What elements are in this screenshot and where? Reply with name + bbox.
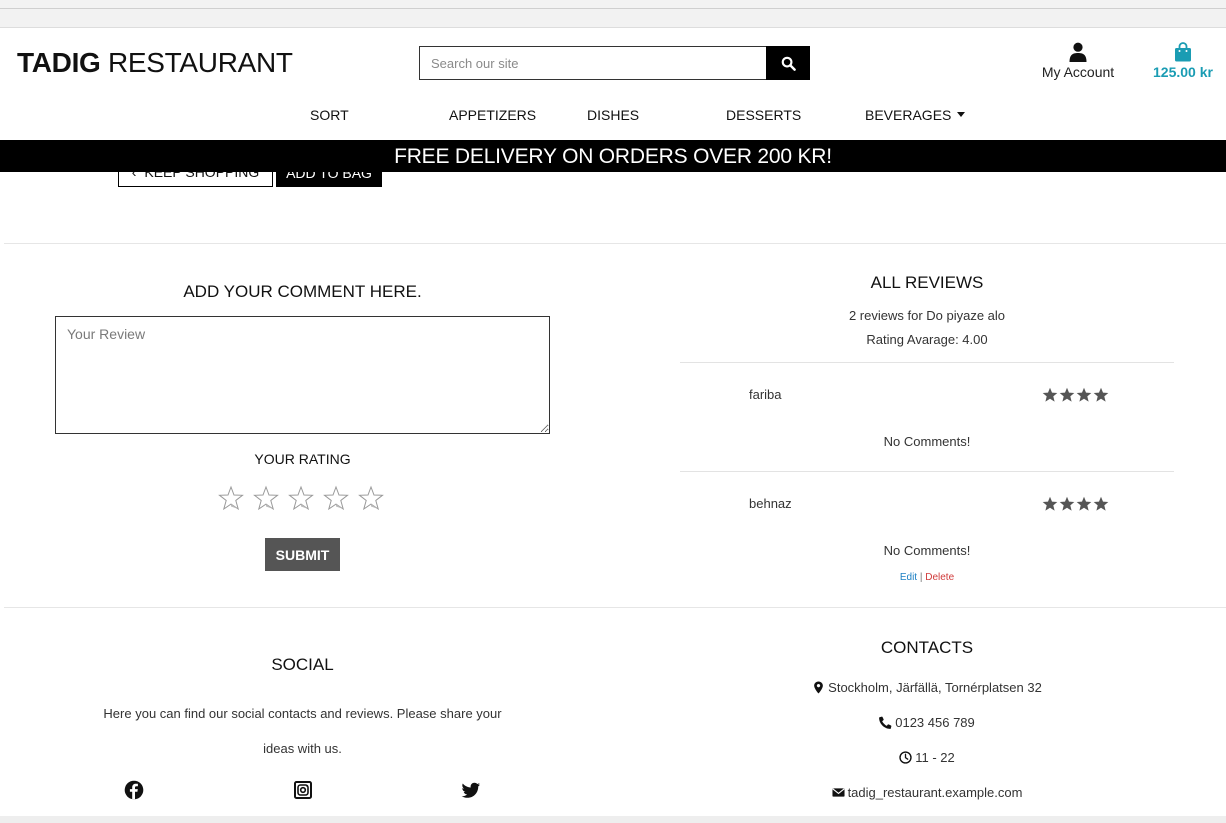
search-button[interactable] bbox=[766, 46, 810, 80]
star-outline-icon[interactable] bbox=[218, 485, 244, 511]
page: TADIG RESTAURANT My Account 125.00 kr SO… bbox=[0, 28, 1226, 816]
social-heading: SOCIAL bbox=[271, 655, 334, 674]
map-marker-icon bbox=[814, 681, 824, 694]
clock-icon bbox=[899, 751, 912, 764]
star-filled-icon bbox=[1059, 387, 1075, 402]
nav-item-beverages-label: BEVERAGES bbox=[865, 107, 952, 123]
star-filled-icon bbox=[1042, 496, 1058, 511]
review-separator bbox=[680, 471, 1174, 472]
banner-text: FREE DELIVERY ON ORDERS OVER 200 KR! bbox=[394, 145, 832, 168]
edit-review-link[interactable]: Edit bbox=[900, 572, 917, 583]
star-filled-icon bbox=[1093, 387, 1109, 402]
browser-bottom-strip bbox=[0, 816, 1226, 823]
brand-rest: RESTAURANT bbox=[100, 47, 293, 78]
review-comment: No Comments! bbox=[883, 434, 971, 449]
review-textarea[interactable] bbox=[55, 316, 550, 434]
star-outline-icon[interactable] bbox=[323, 485, 349, 511]
reviews-heading: ALL REVIEWS bbox=[870, 273, 984, 292]
nav-item-appetizers[interactable]: APPETIZERS bbox=[449, 107, 536, 123]
shopping-bag-icon bbox=[1175, 42, 1191, 62]
cart-total: 125.00 kr bbox=[1153, 64, 1213, 80]
submit-review-button[interactable]: SUBMIT bbox=[265, 538, 340, 571]
review-rating-stars bbox=[1042, 387, 1109, 403]
envelope-icon bbox=[831, 788, 845, 797]
delete-review-link[interactable]: Delete bbox=[925, 572, 954, 583]
nav-item-dishes[interactable]: DISHES bbox=[587, 107, 639, 123]
divider bbox=[4, 607, 1226, 608]
user-icon bbox=[1069, 42, 1087, 62]
review-rating-stars bbox=[1042, 496, 1109, 512]
nav-item-sort[interactable]: SORT bbox=[310, 107, 349, 123]
social-text: Here you can find our social contacts an… bbox=[103, 706, 502, 756]
rating-stars-input bbox=[218, 485, 384, 511]
review-actions: Edit | Delete bbox=[680, 572, 1174, 583]
rating-average: Rating Avarage: 4.00 bbox=[866, 332, 988, 347]
brand-logo[interactable]: TADIG RESTAURANT bbox=[17, 47, 293, 79]
my-account-link[interactable]: My Account bbox=[1036, 42, 1120, 80]
address-text: Stockholm, Järfällä, Tornérplatsen 32 bbox=[828, 680, 1042, 695]
free-delivery-banner: FREE DELIVERY ON ORDERS OVER 200 KR! bbox=[0, 140, 1226, 172]
star-outline-icon[interactable] bbox=[288, 485, 314, 511]
contacts-heading: CONTACTS bbox=[880, 638, 974, 657]
nav-item-beverages[interactable]: BEVERAGES bbox=[865, 107, 966, 123]
star-filled-icon bbox=[1093, 496, 1109, 511]
star-filled-icon bbox=[1042, 387, 1058, 402]
divider bbox=[4, 243, 1226, 244]
review-user: behnaz bbox=[749, 496, 792, 511]
star-outline-icon[interactable] bbox=[358, 485, 384, 511]
caret-down-icon bbox=[957, 111, 966, 117]
twitter-icon[interactable] bbox=[461, 780, 481, 800]
rating-heading: YOUR RATING bbox=[254, 451, 351, 467]
review-user: fariba bbox=[749, 387, 782, 402]
contact-phone: 0123 456 789 bbox=[680, 715, 1174, 730]
instagram-icon[interactable] bbox=[293, 780, 313, 800]
star-filled-icon bbox=[1076, 496, 1092, 511]
actions-separator: | bbox=[917, 572, 926, 583]
email-text: tadig_restaurant.example.com bbox=[847, 785, 1023, 800]
phone-icon bbox=[879, 716, 892, 729]
browser-top-strip bbox=[0, 0, 1226, 28]
facebook-icon[interactable] bbox=[124, 780, 144, 800]
nav-item-desserts[interactable]: DESSERTS bbox=[726, 107, 801, 123]
contact-address: Stockholm, Järfällä, Tornérplatsen 32 bbox=[680, 680, 1174, 695]
phone-text: 0123 456 789 bbox=[895, 715, 975, 730]
star-filled-icon bbox=[1076, 387, 1092, 402]
brand-bold: TADIG bbox=[17, 47, 101, 78]
contact-hours: 11 - 22 bbox=[680, 750, 1174, 765]
comment-heading: ADD YOUR COMMENT HERE. bbox=[183, 282, 422, 301]
review-comment: No Comments! bbox=[883, 543, 971, 558]
main-nav: SORT APPETIZERS DISHES DESSERTS BEVERAGE… bbox=[0, 107, 1226, 127]
review-separator bbox=[680, 362, 1174, 363]
star-filled-icon bbox=[1059, 496, 1075, 511]
hours-text: 11 - 22 bbox=[915, 750, 955, 765]
search-icon bbox=[781, 56, 796, 71]
reviews-count: 2 reviews for Do piyaze alo bbox=[848, 308, 1006, 323]
search-input[interactable] bbox=[419, 46, 766, 80]
contact-email: tadig_restaurant.example.com bbox=[680, 785, 1174, 800]
shopping-bag-link[interactable]: 125.00 kr bbox=[1148, 42, 1218, 80]
search-form bbox=[419, 46, 810, 80]
my-account-label: My Account bbox=[1041, 64, 1115, 80]
star-outline-icon[interactable] bbox=[253, 485, 279, 511]
